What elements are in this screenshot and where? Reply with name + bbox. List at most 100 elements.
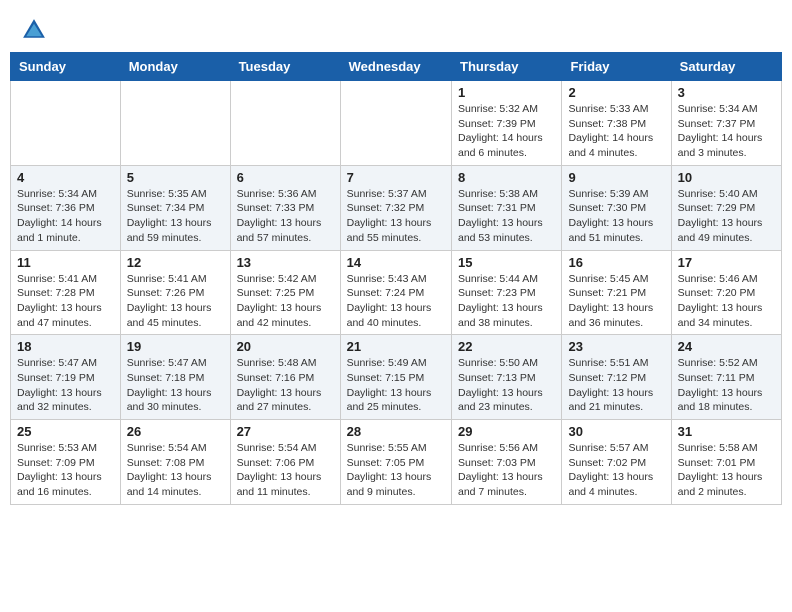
day-info: Sunrise: 5:42 AM Sunset: 7:25 PM Dayligh… [237,272,334,331]
day-info: Sunrise: 5:39 AM Sunset: 7:30 PM Dayligh… [568,187,664,246]
day-info: Sunrise: 5:48 AM Sunset: 7:16 PM Dayligh… [237,356,334,415]
calendar-cell: 26 Sunrise: 5:54 AM Sunset: 7:08 PM Dayli… [120,420,230,505]
day-info: Sunrise: 5:37 AM Sunset: 7:32 PM Dayligh… [347,187,445,246]
day-number: 10 [678,170,775,185]
calendar-week-row: 25 Sunrise: 5:53 AM Sunset: 7:09 PM Dayli… [11,420,782,505]
calendar-cell: 2Sunrise: 5:33 AM Sunset: 7:38 PM Daylig… [562,81,671,166]
day-info: Sunrise: 5:54 AM Sunset: 7:08 PM Dayligh… [127,441,224,500]
day-header-monday: Monday [120,53,230,81]
day-info: Sunrise: 5:43 AM Sunset: 7:24 PM Dayligh… [347,272,445,331]
days-header-row: SundayMondayTuesdayWednesdayThursdayFrid… [11,53,782,81]
calendar-cell: 20 Sunrise: 5:48 AM Sunset: 7:16 PM Dayli… [230,335,340,420]
day-info: Sunrise: 5:41 AM Sunset: 7:26 PM Dayligh… [127,272,224,331]
day-info: Sunrise: 5:44 AM Sunset: 7:23 PM Dayligh… [458,272,555,331]
calendar-cell: 25 Sunrise: 5:53 AM Sunset: 7:09 PM Dayli… [11,420,121,505]
day-number: 15 [458,255,555,270]
day-number: 12 [127,255,224,270]
day-number: 7 [347,170,445,185]
calendar-cell: 30Sunrise: 5:57 AM Sunset: 7:02 PM Dayli… [562,420,671,505]
day-number: 25 [17,424,114,439]
day-header-sunday: Sunday [11,53,121,81]
calendar-cell: 23 Sunrise: 5:51 AM Sunset: 7:12 PM Dayli… [562,335,671,420]
logo-icon [20,16,48,44]
calendar-cell: 24 Sunrise: 5:52 AM Sunset: 7:11 PM Dayli… [671,335,781,420]
day-number: 29 [458,424,555,439]
calendar-week-row: 4 Sunrise: 5:34 AM Sunset: 7:36 PM Daylig… [11,165,782,250]
day-info: Sunrise: 5:40 AM Sunset: 7:29 PM Dayligh… [678,187,775,246]
day-header-tuesday: Tuesday [230,53,340,81]
day-number: 26 [127,424,224,439]
calendar-body: 1 Sunrise: 5:32 AM Sunset: 7:39 PM Daylig… [11,81,782,505]
day-number: 2 [568,85,664,100]
day-info: Sunrise: 5:34 AM Sunset: 7:36 PM Dayligh… [17,187,114,246]
calendar-week-row: 1 Sunrise: 5:32 AM Sunset: 7:39 PM Daylig… [11,81,782,166]
day-number: 30 [568,424,664,439]
calendar-cell: 7 Sunrise: 5:37 AM Sunset: 7:32 PM Daylig… [340,165,451,250]
day-number: 23 [568,339,664,354]
calendar-cell: 3 Sunrise: 5:34 AM Sunset: 7:37 PM Daylig… [671,81,781,166]
day-number: 17 [678,255,775,270]
calendar-cell: 4 Sunrise: 5:34 AM Sunset: 7:36 PM Daylig… [11,165,121,250]
day-info: Sunrise: 5:52 AM Sunset: 7:11 PM Dayligh… [678,356,775,415]
day-number: 20 [237,339,334,354]
logo [20,16,52,44]
day-number: 3 [678,85,775,100]
day-info: Sunrise: 5:34 AM Sunset: 7:37 PM Dayligh… [678,102,775,161]
calendar-cell: 13 Sunrise: 5:42 AM Sunset: 7:25 PM Dayli… [230,250,340,335]
day-number: 9 [568,170,664,185]
day-header-friday: Friday [562,53,671,81]
calendar-cell: 9 Sunrise: 5:39 AM Sunset: 7:30 PM Daylig… [562,165,671,250]
day-info: Sunrise: 5:36 AM Sunset: 7:33 PM Dayligh… [237,187,334,246]
day-info: Sunrise: 5:46 AM Sunset: 7:20 PM Dayligh… [678,272,775,331]
day-number: 18 [17,339,114,354]
calendar-wrapper: SundayMondayTuesdayWednesdayThursdayFrid… [0,52,792,525]
day-number: 4 [17,170,114,185]
calendar-cell: 29 Sunrise: 5:56 AM Sunset: 7:03 PM Dayli… [452,420,562,505]
day-number: 19 [127,339,224,354]
day-info: Sunrise: 5:49 AM Sunset: 7:15 PM Dayligh… [347,356,445,415]
calendar-table: SundayMondayTuesdayWednesdayThursdayFrid… [10,52,782,505]
day-info: Sunrise: 5:53 AM Sunset: 7:09 PM Dayligh… [17,441,114,500]
calendar-week-row: 18 Sunrise: 5:47 AM Sunset: 7:19 PM Dayli… [11,335,782,420]
calendar-cell: 8Sunrise: 5:38 AM Sunset: 7:31 PM Daylig… [452,165,562,250]
calendar-cell: 5Sunrise: 5:35 AM Sunset: 7:34 PM Daylig… [120,165,230,250]
day-number: 21 [347,339,445,354]
day-info: Sunrise: 5:47 AM Sunset: 7:19 PM Dayligh… [17,356,114,415]
calendar-cell: 31Sunrise: 5:58 AM Sunset: 7:01 PM Dayli… [671,420,781,505]
day-header-thursday: Thursday [452,53,562,81]
calendar-cell: 28Sunrise: 5:55 AM Sunset: 7:05 PM Dayli… [340,420,451,505]
calendar-week-row: 11Sunrise: 5:41 AM Sunset: 7:28 PM Dayli… [11,250,782,335]
calendar-cell: 15 Sunrise: 5:44 AM Sunset: 7:23 PM Dayli… [452,250,562,335]
calendar-header: SundayMondayTuesdayWednesdayThursdayFrid… [11,53,782,81]
day-info: Sunrise: 5:55 AM Sunset: 7:05 PM Dayligh… [347,441,445,500]
calendar-cell: 1 Sunrise: 5:32 AM Sunset: 7:39 PM Daylig… [452,81,562,166]
day-number: 13 [237,255,334,270]
day-info: Sunrise: 5:35 AM Sunset: 7:34 PM Dayligh… [127,187,224,246]
day-header-saturday: Saturday [671,53,781,81]
day-info: Sunrise: 5:38 AM Sunset: 7:31 PM Dayligh… [458,187,555,246]
day-info: Sunrise: 5:51 AM Sunset: 7:12 PM Dayligh… [568,356,664,415]
day-number: 1 [458,85,555,100]
calendar-cell [340,81,451,166]
page-header [0,0,792,52]
calendar-cell: 16 Sunrise: 5:45 AM Sunset: 7:21 PM Dayli… [562,250,671,335]
day-info: Sunrise: 5:32 AM Sunset: 7:39 PM Dayligh… [458,102,555,161]
calendar-cell: 12 Sunrise: 5:41 AM Sunset: 7:26 PM Dayli… [120,250,230,335]
calendar-cell: 19 Sunrise: 5:47 AM Sunset: 7:18 PM Dayli… [120,335,230,420]
day-number: 24 [678,339,775,354]
calendar-cell: 22Sunrise: 5:50 AM Sunset: 7:13 PM Dayli… [452,335,562,420]
day-header-wednesday: Wednesday [340,53,451,81]
calendar-cell: 18 Sunrise: 5:47 AM Sunset: 7:19 PM Dayli… [11,335,121,420]
day-info: Sunrise: 5:47 AM Sunset: 7:18 PM Dayligh… [127,356,224,415]
calendar-cell: 10 Sunrise: 5:40 AM Sunset: 7:29 PM Dayli… [671,165,781,250]
day-number: 16 [568,255,664,270]
calendar-cell: 17 Sunrise: 5:46 AM Sunset: 7:20 PM Dayli… [671,250,781,335]
calendar-cell: 27Sunrise: 5:54 AM Sunset: 7:06 PM Dayli… [230,420,340,505]
day-info: Sunrise: 5:41 AM Sunset: 7:28 PM Dayligh… [17,272,114,331]
calendar-cell: 14Sunrise: 5:43 AM Sunset: 7:24 PM Dayli… [340,250,451,335]
day-info: Sunrise: 5:56 AM Sunset: 7:03 PM Dayligh… [458,441,555,500]
day-info: Sunrise: 5:45 AM Sunset: 7:21 PM Dayligh… [568,272,664,331]
day-number: 27 [237,424,334,439]
day-number: 22 [458,339,555,354]
day-info: Sunrise: 5:58 AM Sunset: 7:01 PM Dayligh… [678,441,775,500]
